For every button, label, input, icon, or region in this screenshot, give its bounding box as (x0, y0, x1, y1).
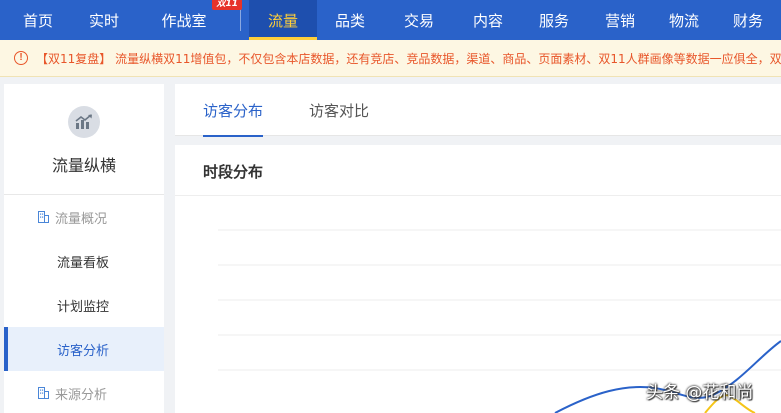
sidebar-edge (0, 84, 4, 413)
nav-label: 流量 (267, 11, 298, 30)
nav-item-content[interactable]: 内容 (455, 0, 521, 40)
nav-label: 交易 (403, 11, 434, 30)
nav-label: 实时 (88, 11, 119, 30)
double11-badge: 双11 (212, 0, 242, 10)
sidebar-group-traffic-overview[interactable]: 流量概况 (4, 195, 164, 239)
sidebar-item-visitor-analysis[interactable]: 访客分析 (4, 327, 164, 371)
sidebar-item-plan-monitor[interactable]: 计划监控 (4, 283, 164, 327)
sidebar-group-label: 流量概况 (55, 211, 108, 227)
notice-text[interactable]: 【双11复盘】 流量纵横双11增值包，不仅包含本店数据，还有竞店、竞品数据，渠道… (36, 50, 781, 67)
notice-bar: ! 【双11复盘】 流量纵横双11增值包，不仅包含本店数据，还有竞店、竞品数据，… (0, 40, 781, 77)
tab-visitor-distribution[interactable]: 访客分布 (203, 84, 264, 137)
tab-visitor-compare[interactable]: 访客对比 (309, 84, 369, 136)
nav-item-realtime[interactable]: 实时 (76, 0, 132, 40)
nav-item-logistics[interactable]: 物流 (653, 0, 715, 40)
nav-label: 服务 (538, 11, 569, 30)
nav-item-marketing[interactable]: 营销 (587, 0, 653, 40)
nav-label: 营销 (604, 11, 635, 30)
building-icon (38, 387, 49, 399)
tab-bar: 访客分布 访客对比 (175, 84, 781, 137)
sidebar-group-label: 来源分析 (55, 387, 108, 403)
sidebar: 流量纵横 流量概况 流量看板 计划监控 访客分析 来源分析 (0, 84, 164, 413)
time-distribution-panel: 时段分布 (175, 145, 781, 413)
trend-chart-icon (68, 106, 100, 138)
sidebar-title: 流量纵横 (51, 156, 116, 175)
nav-item-war-room[interactable]: 作战室 双11 (132, 0, 242, 40)
nav-label: 内容 (472, 11, 503, 30)
alert-circle-icon: ! (14, 51, 28, 65)
tab-label: 访客对比 (309, 101, 370, 120)
top-navigation: 首页 实时 作战室 双11 流量 品类 交易 内容 服务 营销 物流 财务 (0, 0, 781, 40)
sidebar-item-label: 流量看板 (57, 255, 110, 271)
nav-item-traffic[interactable]: 流量 (249, 0, 317, 40)
watermark-text: 头条 @花和尚 (646, 383, 754, 403)
sidebar-header: 流量纵横 (4, 84, 164, 195)
sidebar-group-source-analysis[interactable]: 来源分析 (4, 371, 164, 413)
nav-item-trade[interactable]: 交易 (383, 0, 455, 40)
nav-item-finance[interactable]: 财务 (715, 0, 781, 40)
sidebar-item-label: 访客分析 (57, 343, 110, 359)
nav-label: 财务 (732, 11, 763, 30)
tab-label: 访客分布 (203, 101, 264, 120)
nav-label: 品类 (334, 11, 365, 30)
nav-label: 作战室 (161, 11, 207, 30)
sidebar-item-traffic-board[interactable]: 流量看板 (4, 239, 164, 283)
nav-item-category[interactable]: 品类 (317, 0, 383, 40)
nav-divider (240, 9, 241, 31)
nav-item-home[interactable]: 首页 (0, 0, 76, 40)
panel-title: 时段分布 (203, 163, 264, 181)
nav-item-service[interactable]: 服务 (521, 0, 587, 40)
sidebar-item-label: 计划监控 (57, 299, 110, 315)
nav-label: 首页 (22, 11, 53, 30)
nav-label: 物流 (668, 11, 699, 30)
building-icon (38, 211, 49, 223)
